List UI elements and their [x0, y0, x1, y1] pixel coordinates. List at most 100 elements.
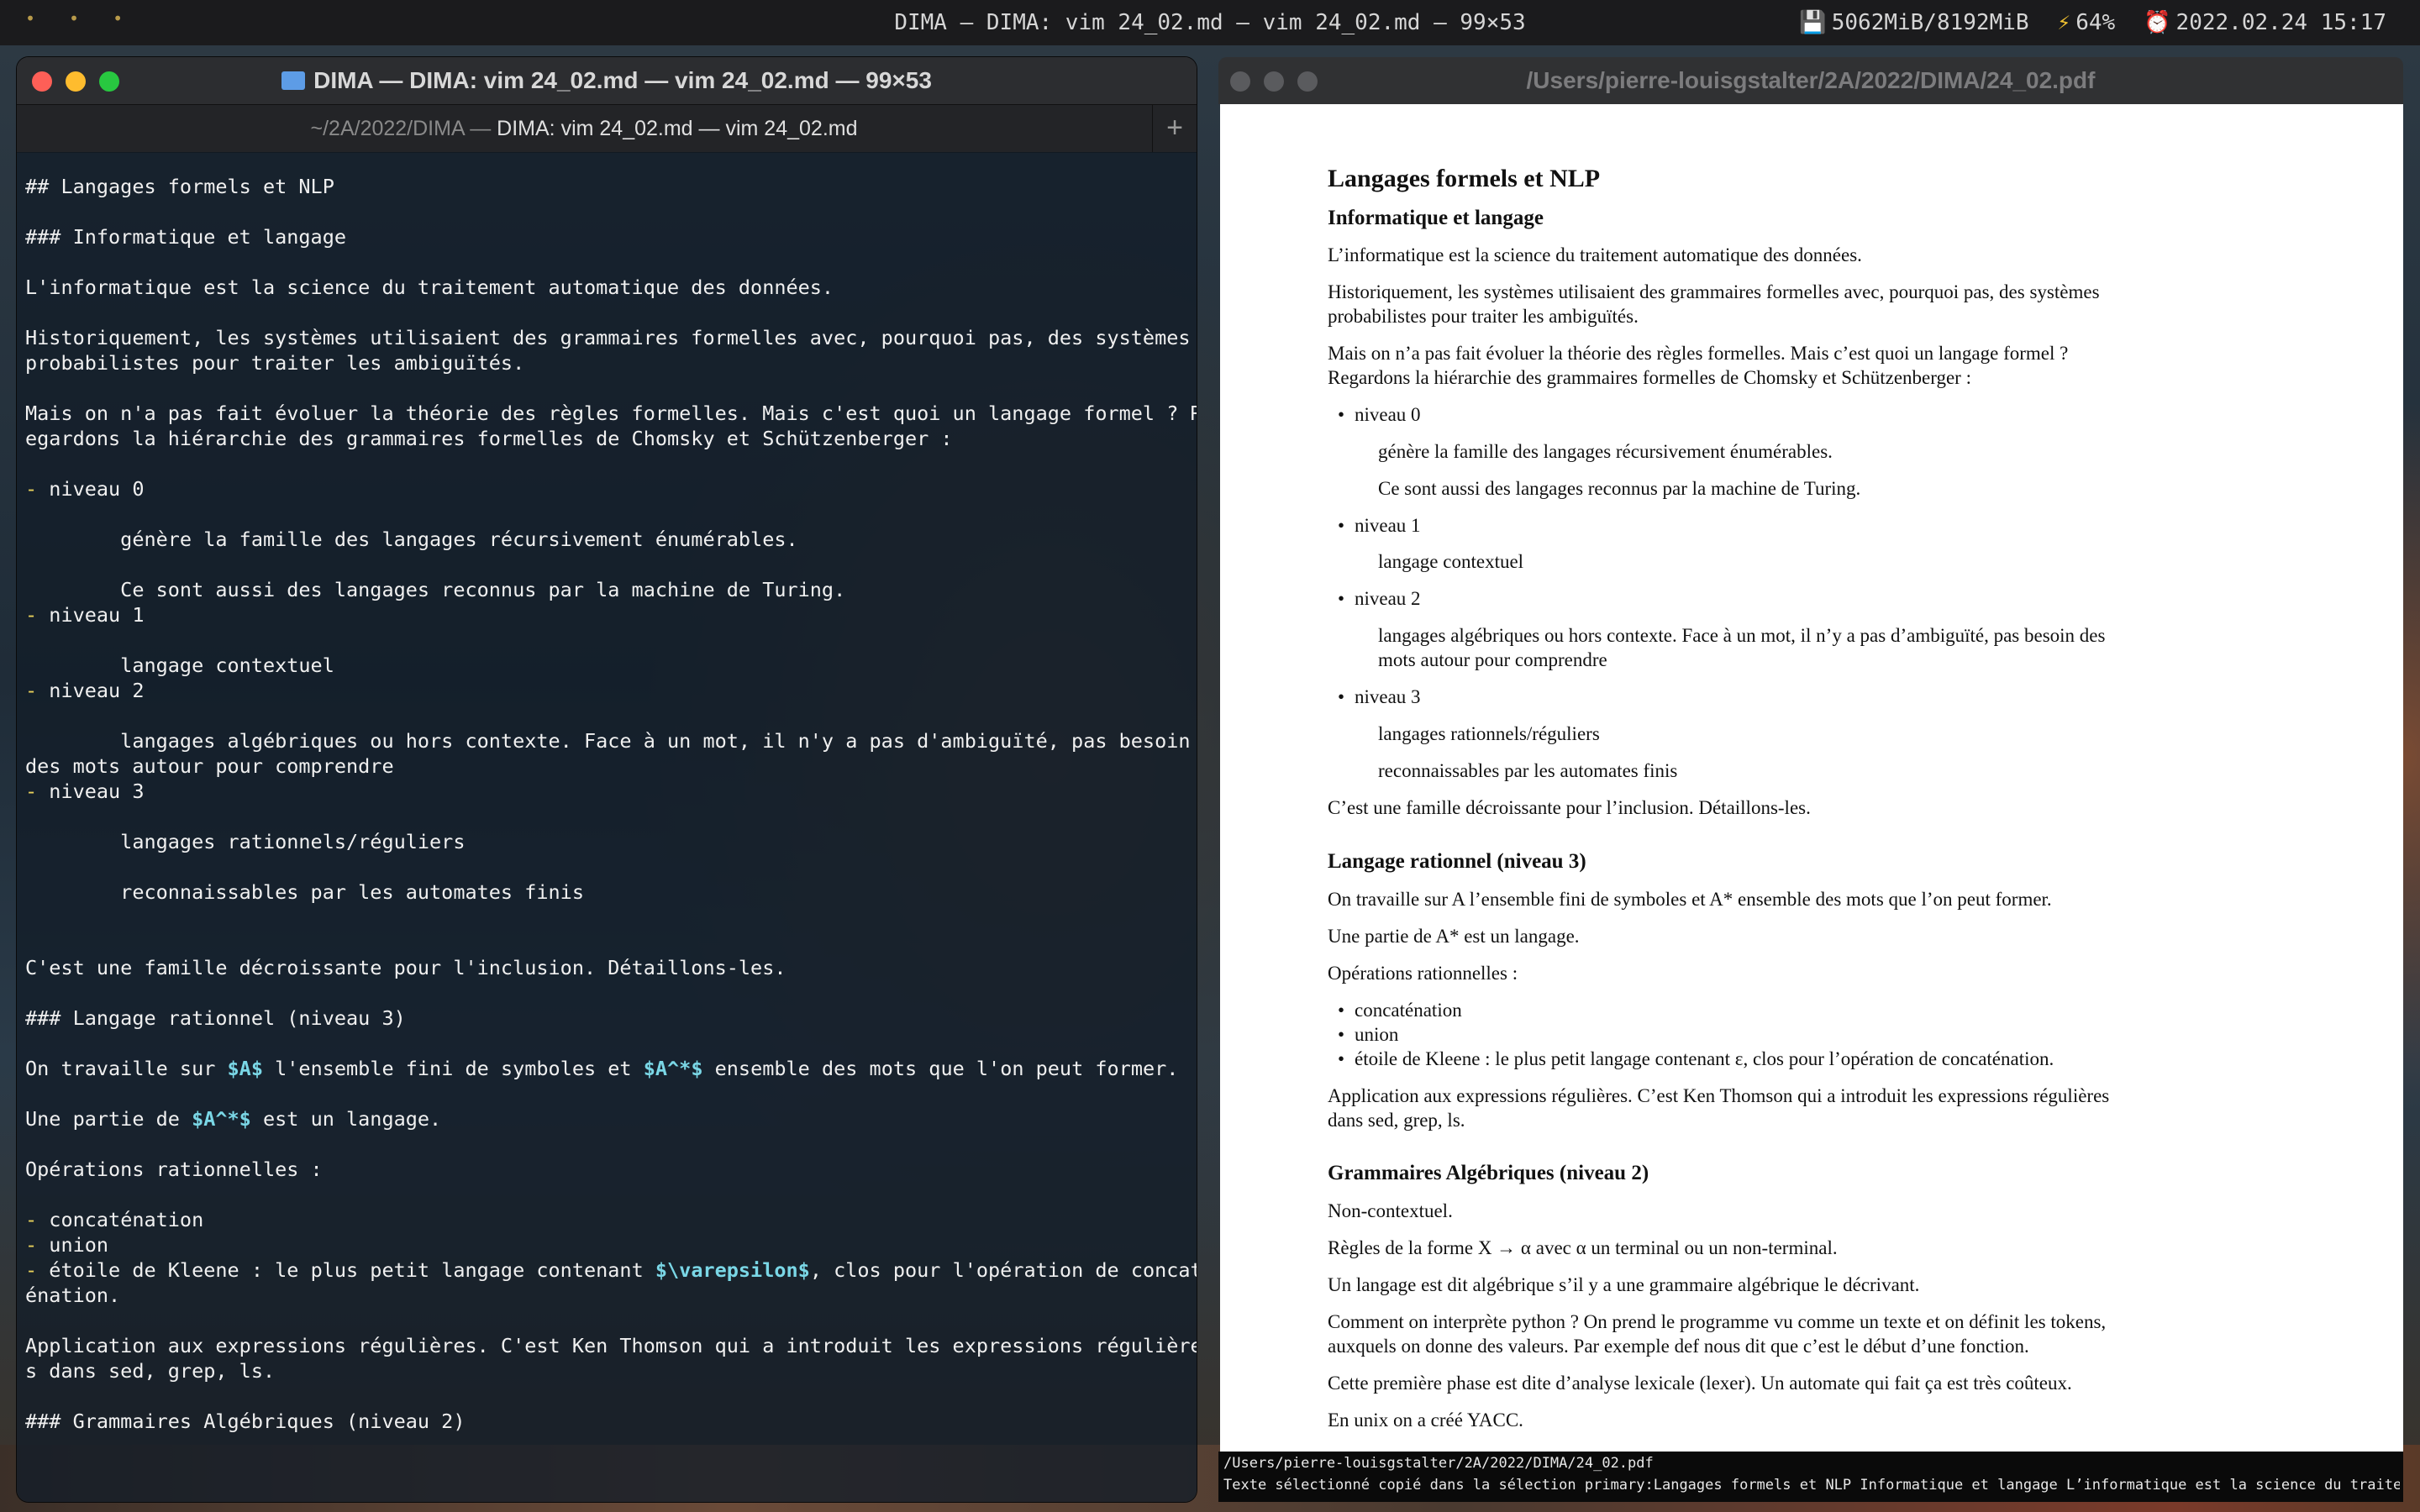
math-token: $\varepsilon$	[655, 1258, 810, 1282]
pdf-bullet-item: niveau 0	[1338, 402, 1420, 427]
buffer-line: ## Langages formels et NLP	[25, 175, 334, 198]
tab-path: ~/2A/2022/DIMA	[310, 117, 465, 140]
battery-status: ⚡ 64%	[2058, 10, 2116, 35]
terminal-title-text: DIMA — DIMA: vim 24_02.md — vim 24_02.md…	[313, 67, 932, 93]
buffer-line: - étoile de Kleene : le plus petit langa…	[25, 1258, 1197, 1282]
status-path: /Users/pierre-louisgstalter/2A/2022/DIMA…	[1223, 1455, 1654, 1472]
buffer-line: Ce sont aussi des langages reconnus par …	[25, 578, 845, 601]
buffer-line: génère la famille des langages récursive…	[25, 528, 797, 551]
pdf-page[interactable]: Langages formels et NLP Informatique et l…	[1220, 104, 2403, 1452]
line-text: L'informatique est la science du traitem…	[25, 276, 834, 299]
line-text: ### Grammaires Algébriques (niveau 2)	[25, 1410, 466, 1433]
buffer-line: Mais on n'a pas fait évoluer la théorie …	[25, 402, 1197, 425]
pdf-indented-text: mots autour pour comprendre	[1378, 649, 1607, 670]
line-text: Ce sont aussi des langages reconnus par …	[25, 578, 846, 601]
buffer-line: On travaille sur $A$ l'ensemble fini de …	[25, 1057, 1178, 1080]
memory-status: 💾 5062MiB/8192MiB	[1799, 10, 2028, 35]
pdf-subheading: Langage rationnel (niveau 3)	[1328, 850, 1586, 873]
pdf-paragraph: Cette première phase est dite d’analyse …	[1328, 1373, 2072, 1394]
battery-value: 64%	[2075, 10, 2116, 35]
pdf-bullet-item: concaténation	[1338, 998, 1462, 1022]
line-text: niveau 0	[37, 477, 145, 501]
pdf-bullet-item: union	[1338, 1022, 1399, 1047]
line-text: On travaille sur	[25, 1057, 228, 1080]
pdf-bullet-item: niveau 3	[1338, 685, 1420, 709]
pdf-bullet-item: étoile de Kleene : le plus petit langage…	[1338, 1047, 2054, 1071]
pdf-paragraph: Un langage est dit algébrique s’il y a u…	[1328, 1274, 1920, 1295]
terminal-tab-bar: ~/2A/2022/DIMA — DIMA: vim 24_02.md — vi…	[17, 104, 1197, 153]
line-text: Opérations rationnelles :	[25, 1158, 323, 1181]
buffer-line: Opérations rationnelles :	[25, 1158, 323, 1181]
clock-value: 2022.02.24 15:17	[2175, 10, 2386, 35]
list-marker: -	[25, 780, 38, 803]
pdf-indented-text: Ce sont aussi des langages reconnus par …	[1378, 478, 1861, 499]
pdf-paragraph: Application aux expressions régulières. …	[1328, 1085, 2110, 1106]
line-text: l'ensemble fini de symboles et	[262, 1057, 644, 1080]
line-text: Une partie de	[25, 1107, 192, 1131]
terminal-title: DIMA — DIMA: vim 24_02.md — vim 24_02.md…	[17, 67, 1197, 94]
terminal-tab[interactable]: ~/2A/2022/DIMA — DIMA: vim 24_02.md — vi…	[17, 105, 1151, 152]
buffer-line: - niveau 3	[25, 780, 145, 803]
line-text: langages rationnels/réguliers	[25, 830, 466, 853]
line-text: est un langage.	[250, 1107, 442, 1131]
pdf-indented-text: génère la famille des langages récursive…	[1378, 441, 1833, 462]
math-token: $A^*$	[192, 1107, 251, 1131]
line-text: union	[37, 1233, 109, 1257]
pdf-paragraph: Comment on interprète python ? On prend …	[1328, 1311, 2107, 1332]
pdf-paragraph: auxquels on donne des valeurs. Par exemp…	[1328, 1336, 2029, 1357]
tab-separator: —	[464, 117, 497, 140]
line-text: s dans sed, grep, ls.	[25, 1359, 276, 1383]
list-marker: -	[25, 1233, 38, 1257]
buffer-line: Une partie de $A^*$ est un langage.	[25, 1107, 441, 1131]
pdf-subheading: Informatique et langage	[1328, 207, 1544, 229]
pdf-paragraph: Regardons la hiérarchie des grammaires f…	[1328, 367, 1971, 388]
buffer-line: langages algébriques ou hors contexte. F…	[25, 729, 1191, 753]
menu-bar: ••• DIMA — DIMA: vim 24_02.md — vim 24_0…	[0, 0, 2420, 45]
line-text: ### Langage rationnel (niveau 3)	[25, 1006, 406, 1030]
buffer-line: egardons la hiérarchie des grammaires fo…	[25, 427, 953, 450]
new-tab-button[interactable]: +	[1152, 105, 1197, 152]
math-token: $A^*$	[643, 1057, 703, 1080]
line-text: des mots autour pour comprendre	[25, 754, 394, 778]
line-text: langages algébriques ou hors contexte. F…	[25, 729, 1191, 753]
pdf-bullet-item: niveau 1	[1338, 513, 1420, 538]
pdf-paragraph: probabilistes pour traiter les ambiguïté…	[1328, 306, 1639, 327]
buffer-line: ### Grammaires Algébriques (niveau 2)	[25, 1410, 465, 1433]
pdf-paragraph: L’informatique est la science du traitem…	[1328, 244, 1862, 265]
vim-buffer[interactable]: ## Langages formels et NLP ### Informati…	[25, 174, 1197, 1434]
list-marker: -	[25, 1258, 38, 1282]
line-text: ensemble des mots que l'on peut former.	[702, 1057, 1179, 1080]
buffer-line: - concaténation	[25, 1208, 203, 1231]
buffer-line: - niveau 0	[25, 477, 145, 501]
line-text: ## Langages formels et NLP	[25, 175, 334, 198]
terminal-titlebar[interactable]: DIMA — DIMA: vim 24_02.md — vim 24_02.md…	[17, 57, 1197, 104]
line-text: niveau 2	[37, 679, 145, 702]
buffer-line: langages rationnels/réguliers	[25, 830, 465, 853]
buffer-line: des mots autour pour comprendre	[25, 754, 394, 778]
pdf-indented-text: langage contextuel	[1378, 551, 1524, 572]
buffer-line: énation.	[25, 1284, 120, 1307]
pdf-viewer-window[interactable]: /Users/pierre-louisgstalter/2A/2022/DIMA…	[1218, 57, 2403, 1502]
lightning-icon: ⚡	[2057, 10, 2071, 35]
memory-value: 5062MiB/8192MiB	[1831, 10, 2029, 35]
buffer-line: ### Langage rationnel (niveau 3)	[25, 1006, 406, 1030]
line-text: Historiquement, les systèmes utilisaient…	[25, 326, 1191, 349]
line-text: concaténation	[37, 1208, 204, 1231]
pdf-title: /Users/pierre-louisgstalter/2A/2022/DIMA…	[1526, 67, 2096, 93]
alarm-clock-icon: ⏰	[2144, 10, 2171, 35]
math-token: $A$	[227, 1057, 263, 1080]
line-text: niveau 1	[37, 603, 145, 627]
terminal-body[interactable]: ## Langages formels et NLP ### Informati…	[17, 152, 1197, 1502]
pdf-bullet-item: niveau 2	[1338, 586, 1420, 611]
buffer-line: ### Informatique et langage	[25, 225, 346, 249]
buffer-line: - union	[25, 1233, 108, 1257]
terminal-window[interactable]: DIMA — DIMA: vim 24_02.md — vim 24_02.md…	[17, 57, 1197, 1502]
line-text: énation.	[25, 1284, 121, 1307]
pdf-subheading: Grammaires Algébriques (niveau 2)	[1328, 1162, 1649, 1184]
buffer-line: Application aux expressions régulières. …	[25, 1334, 1197, 1357]
list-marker: -	[25, 679, 38, 702]
pdf-indented-text: reconnaissables par les automates finis	[1378, 760, 1678, 781]
line-text: egardons la hiérarchie des grammaires fo…	[25, 427, 953, 450]
folder-icon	[281, 71, 306, 90]
pdf-titlebar[interactable]: /Users/pierre-louisgstalter/2A/2022/DIMA…	[1218, 57, 2403, 104]
